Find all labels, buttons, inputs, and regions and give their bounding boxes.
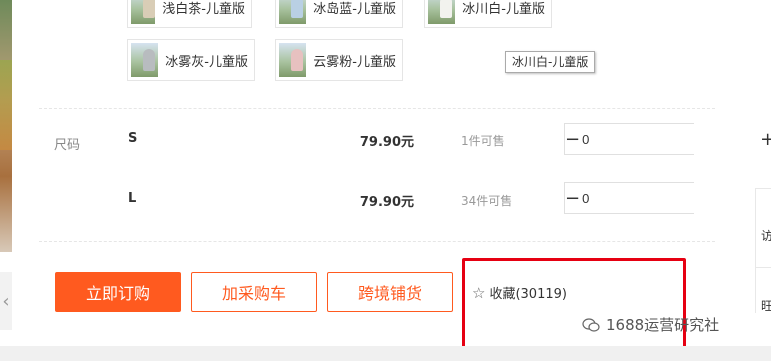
section-divider [39,108,715,109]
color-option[interactable]: 冰雾灰-儿童版 [127,39,255,81]
annotation-highlight-box [462,258,686,357]
color-option-label: 云雾粉-儿童版 [313,54,396,70]
quantity-input[interactable] [580,183,761,213]
color-option[interactable]: 浅白茶-儿童版 [127,0,252,28]
watermark: 1688运营研究社 [582,314,719,335]
color-thumbnail [428,0,456,24]
color-option[interactable]: 冰岛蓝-儿童版 [275,0,403,28]
add-to-cart-button[interactable]: 加采购车 [191,272,317,312]
color-option-label: 冰雾灰-儿童版 [165,54,248,70]
section-divider [39,241,715,242]
decrease-button[interactable]: − [565,183,580,213]
quantity-input[interactable] [580,124,761,154]
floating-side-panel[interactable]: 访 旺 [755,188,771,313]
color-thumbnail [279,43,307,77]
quantity-stepper: − + [564,182,771,214]
prev-image-button[interactable]: ‹ [0,272,12,330]
size-name: L [128,191,137,206]
size-name: S [128,131,138,146]
wechat-icon [582,317,600,332]
decrease-button[interactable]: − [565,124,580,154]
watermark-text: 1688运营研究社 [606,316,720,334]
color-thumbnail [279,0,307,24]
size-stock: 34件可售 [461,194,513,208]
chevron-left-icon: ‹ [2,290,10,312]
size-price: 79.90元 [359,135,414,150]
color-option[interactable]: 冰川白-儿童版 [424,0,552,28]
product-image-fragment[interactable] [0,0,12,252]
color-option-label: 浅白茶-儿童版 [162,1,245,17]
side-panel-label: 访 [761,229,771,243]
color-thumbnail [131,43,159,77]
buy-now-button[interactable]: 立即订购 [55,272,181,312]
color-option[interactable]: 云雾粉-儿童版 [275,39,403,81]
side-panel-label: 旺 [761,299,771,313]
cross-border-button[interactable]: 跨境铺货 [327,272,453,312]
color-option-label: 冰川白-儿童版 [462,1,545,17]
size-section-title: 尺码 [54,138,81,153]
increase-button[interactable]: + [760,124,771,154]
color-thumbnail [131,0,156,24]
size-price: 79.90元 [359,195,414,210]
color-option-label: 冰岛蓝-儿童版 [313,1,396,17]
color-tooltip: 冰川白-儿童版 [505,51,596,73]
quantity-stepper: − + [564,123,771,155]
size-stock: 1件可售 [461,134,505,148]
bottom-bar [0,346,771,361]
